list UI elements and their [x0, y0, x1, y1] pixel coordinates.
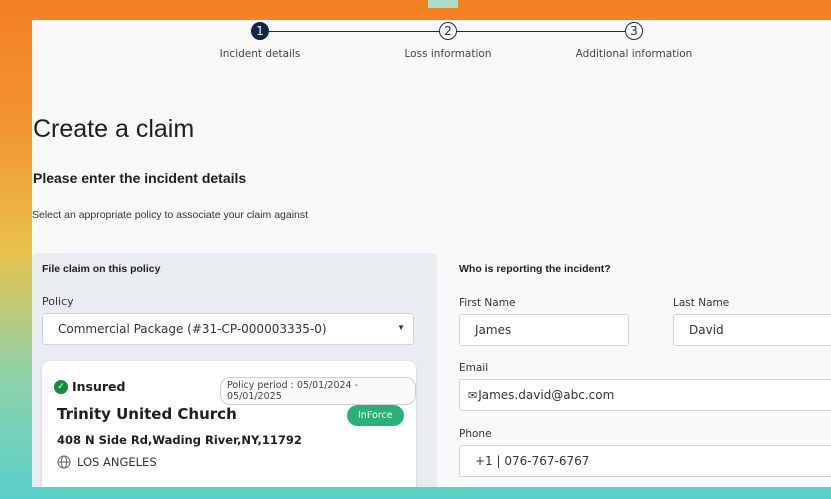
step-connector [269, 31, 447, 32]
policy-card[interactable]: ✓ Insured Policy period : 05/01/2024 - 0… [42, 361, 416, 487]
progress-stepper: 1 2 3 Incident details Loss information … [32, 20, 831, 90]
phone-label: Phone [459, 428, 492, 440]
insured-city-label: LOS ANGELES [77, 455, 157, 469]
policy-hint-text: Select an appropriate policy to associat… [32, 209, 309, 221]
last-name-label: Last Name [673, 297, 730, 309]
claim-page: 1 2 3 Incident details Loss information … [32, 20, 831, 487]
page-title: Create a claim [33, 115, 195, 143]
email-field[interactable]: ✉James.david@abc.com [459, 379, 831, 411]
email-label: Email [459, 362, 489, 374]
inforce-status-badge: InForce [347, 405, 404, 426]
frame-accent-strip [428, 0, 458, 8]
email-value: James.david@abc.com [478, 388, 615, 402]
globe-icon [57, 455, 71, 469]
policy-select-value: Commercial Package (#31-CP-000003335-0) [58, 322, 327, 336]
policy-select[interactable]: Commercial Package (#31-CP-000003335-0) … [42, 313, 414, 345]
first-name-label: First Name [459, 297, 516, 309]
insured-address: 408 N Side Rd,Wading River,NY,11792 [57, 433, 302, 447]
insured-status: ✓ Insured [54, 379, 125, 394]
mail-icon: ✉ [468, 389, 478, 402]
step-2-indicator[interactable]: 2 [439, 22, 457, 40]
step-3-indicator[interactable]: 3 [625, 22, 643, 40]
policy-period-badge: Policy period : 05/01/2024 - 05/01/2025 [220, 377, 416, 405]
step-3-label: Additional information [575, 48, 693, 60]
last-name-value: David [689, 323, 724, 337]
policy-panel-title: File claim on this policy [42, 263, 161, 275]
phone-value: +1 | 076-767-6767 [475, 454, 590, 468]
step-1-label: Incident details [219, 48, 301, 60]
first-name-field[interactable]: James [459, 314, 629, 346]
step-connector [457, 31, 634, 32]
last-name-field[interactable]: David [673, 314, 831, 346]
check-circle-icon: ✓ [54, 379, 68, 394]
policy-panel: File claim on this policy Policy Commerc… [32, 253, 437, 487]
chevron-down-icon: ▼ [397, 323, 405, 332]
reporter-section-title: Who is reporting the incident? [459, 263, 611, 275]
insured-city: LOS ANGELES [57, 455, 157, 469]
email-value-wrap: ✉James.david@abc.com [468, 388, 614, 402]
policy-select-label: Policy [42, 295, 74, 308]
step-1-indicator[interactable]: 1 [251, 22, 269, 40]
step-2-label: Loss information [404, 48, 492, 60]
page-subtitle: Please enter the incident details [33, 170, 247, 186]
phone-field[interactable]: +1 | 076-767-6767 [459, 445, 831, 477]
insured-status-label: Insured [72, 379, 126, 394]
insured-name: Trinity United Church [57, 405, 237, 423]
first-name-value: James [475, 323, 512, 337]
